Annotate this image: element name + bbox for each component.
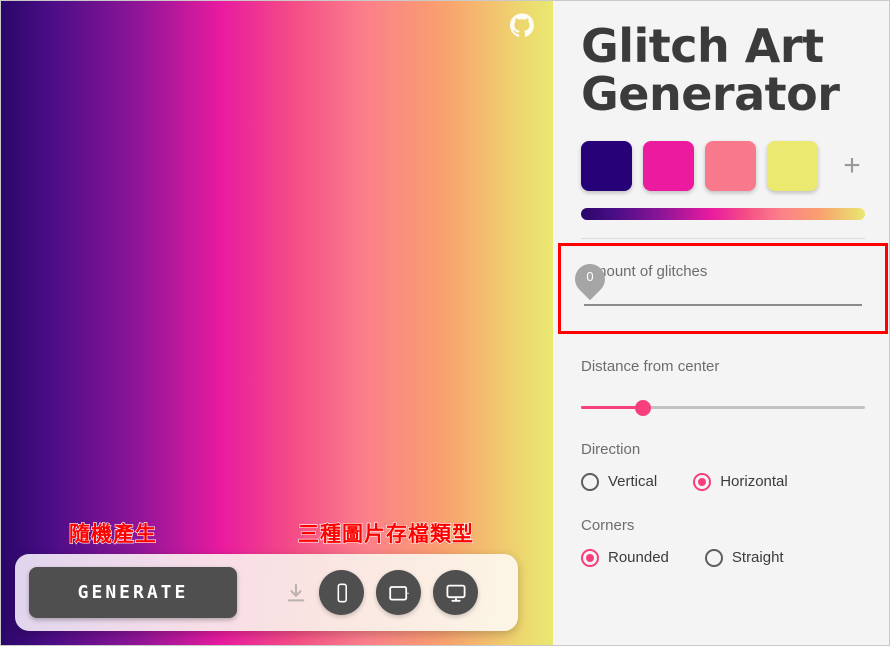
radio-label: Straight bbox=[731, 549, 784, 567]
controls-sidebar: Glitch Art Generator + Amount of glitche… bbox=[553, 1, 889, 645]
download-icon bbox=[285, 582, 307, 604]
amount-of-glitches-group: Amount of glitches 0 bbox=[558, 242, 888, 334]
gradient-canvas[interactable]: 隨機產生 三種圖片存檔類型 GENERATE bbox=[1, 1, 553, 645]
distance-from-center-slider[interactable] bbox=[581, 399, 865, 416]
generate-button[interactable]: GENERATE bbox=[29, 567, 237, 618]
corners-group: Corners Rounded Straight bbox=[553, 491, 889, 567]
radio-circle-icon bbox=[581, 472, 599, 491]
radio-label: Vertical bbox=[608, 473, 658, 491]
color-swatch[interactable] bbox=[581, 140, 632, 191]
radio-direction-horizontal[interactable]: Horizontal bbox=[693, 472, 788, 491]
tablet-icon bbox=[387, 581, 411, 605]
desktop-monitor-icon bbox=[444, 581, 468, 605]
gradient-preview-bar bbox=[581, 207, 865, 220]
distance-from-center-label: Distance from center bbox=[581, 357, 720, 375]
radio-circle-icon bbox=[581, 548, 599, 567]
page-title: Glitch Art Generator bbox=[581, 19, 840, 121]
color-swatch[interactable] bbox=[643, 140, 694, 191]
desktop-export-button[interactable] bbox=[433, 570, 478, 615]
direction-label: Direction bbox=[581, 440, 641, 458]
phone-export-button[interactable] bbox=[319, 570, 364, 615]
sidebar-header: Glitch Art Generator + bbox=[553, 1, 889, 239]
export-group bbox=[285, 570, 478, 615]
distance-from-center-group: Distance from center bbox=[553, 334, 889, 416]
amount-of-glitches-label: Amount of glitches bbox=[584, 262, 708, 280]
direction-options: Vertical Horizontal bbox=[581, 472, 865, 491]
add-color-button[interactable]: + bbox=[839, 150, 865, 180]
radio-circle-icon bbox=[704, 548, 723, 567]
glitch-art-generator-app: 隨機產生 三種圖片存檔類型 GENERATE Glitch Art Genera… bbox=[0, 0, 890, 646]
divider bbox=[581, 237, 865, 239]
radio-label: Horizontal bbox=[720, 473, 788, 491]
annotation-export-types: 三種圖片存檔類型 bbox=[297, 521, 474, 546]
direction-group: Direction Vertical Horizontal bbox=[553, 415, 889, 491]
amount-of-glitches-value: 0 bbox=[586, 268, 594, 284]
radio-direction-vertical[interactable]: Vertical bbox=[581, 472, 658, 491]
corners-label: Corners bbox=[581, 516, 635, 534]
github-icon[interactable] bbox=[509, 13, 535, 39]
slider-thumb[interactable] bbox=[635, 399, 652, 416]
color-swatch[interactable] bbox=[705, 140, 756, 191]
bottom-toolbar: GENERATE bbox=[15, 554, 518, 631]
amount-of-glitches-slider[interactable]: 0 bbox=[568, 257, 862, 311]
slider-track[interactable] bbox=[584, 303, 862, 306]
color-palette: + bbox=[581, 140, 865, 191]
radio-label: Rounded bbox=[608, 549, 669, 567]
corners-options: Rounded Straight bbox=[581, 548, 865, 567]
slider-track-fill bbox=[581, 405, 644, 409]
annotation-generate: 隨機產生 bbox=[68, 521, 157, 546]
radio-circle-icon bbox=[693, 472, 712, 491]
slider-thumb[interactable]: 0 bbox=[568, 257, 612, 302]
radio-corners-rounded[interactable]: Rounded bbox=[581, 548, 669, 567]
mobile-phone-icon bbox=[331, 582, 353, 604]
color-swatch[interactable] bbox=[767, 140, 818, 191]
radio-corners-straight[interactable]: Straight bbox=[704, 548, 784, 567]
tablet-export-button[interactable] bbox=[376, 570, 421, 615]
